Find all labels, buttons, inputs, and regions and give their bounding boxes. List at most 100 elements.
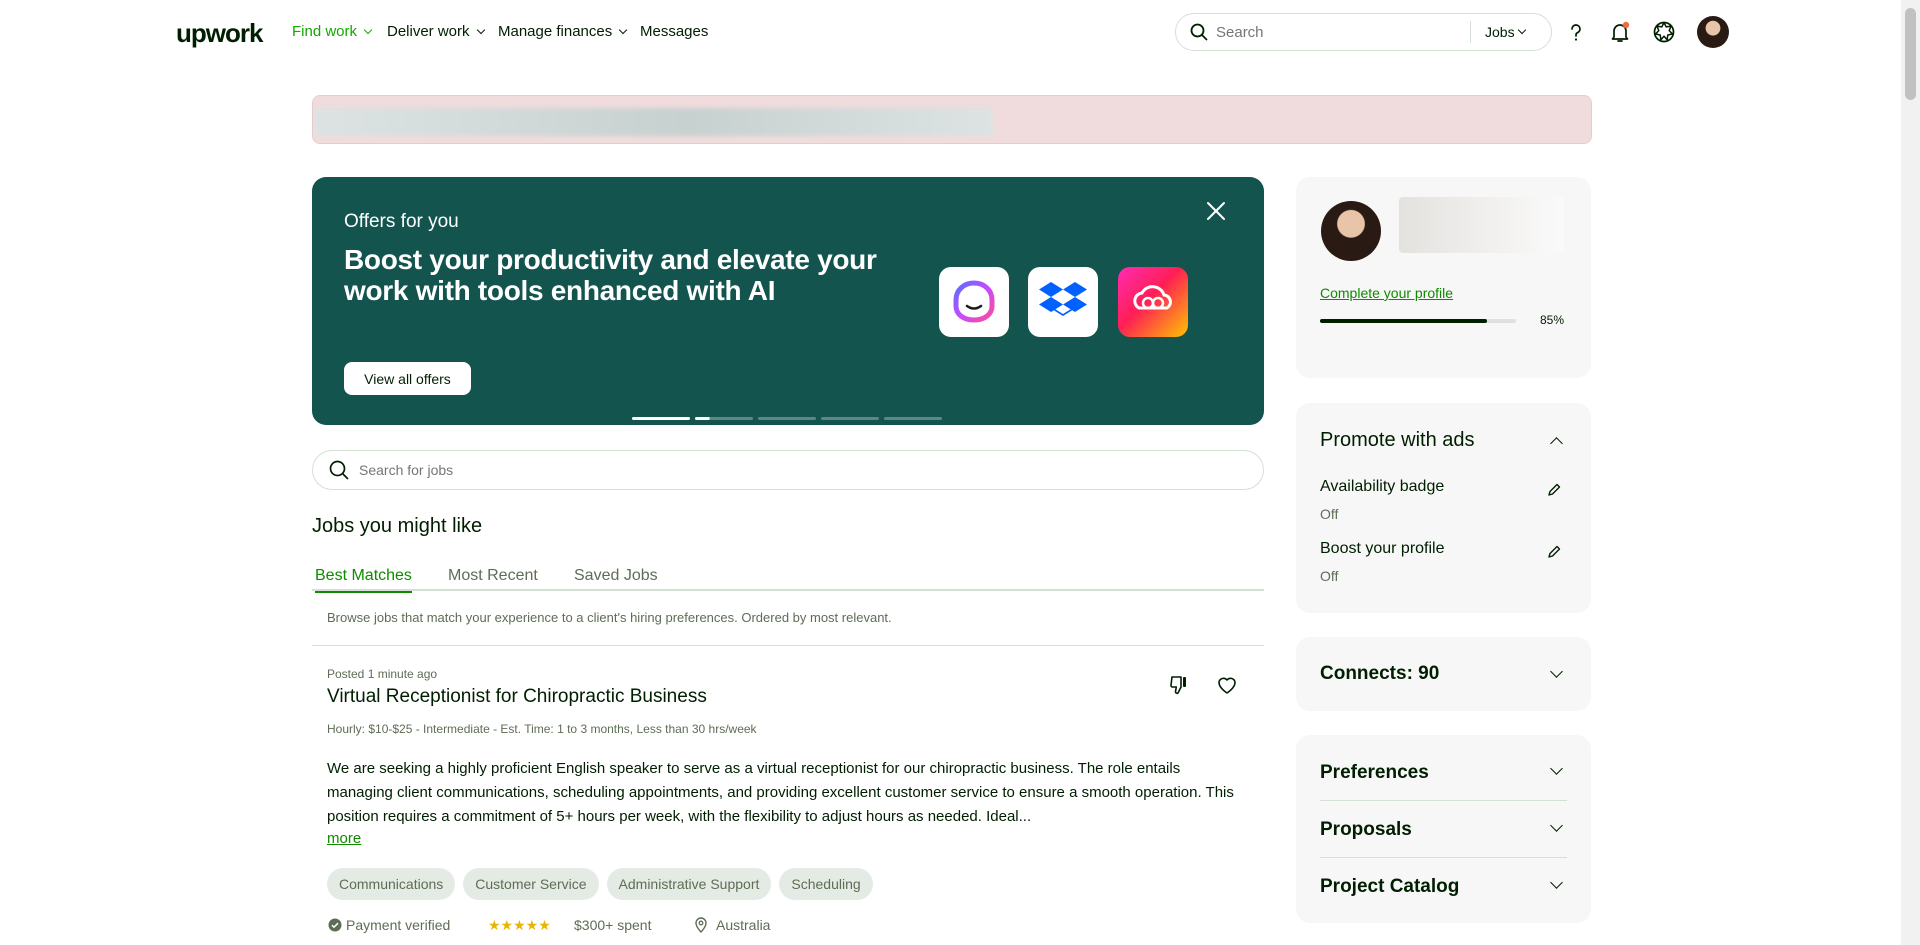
nav-manage-finances-label: Manage finances [498,23,613,40]
connects-label: Connects: 90 [1320,663,1440,684]
profile-progress-label: 85% [1540,313,1565,327]
chevron-down-icon[interactable] [1550,762,1563,775]
connects-card[interactable]: Connects: 90 [1296,637,1591,711]
edit-pencil-icon[interactable] [1540,538,1568,566]
availability-badge-status: Off [1320,506,1339,522]
carousel-dot[interactable] [695,417,753,420]
page-scrollbar[interactable] [1901,0,1920,945]
carousel-dot[interactable] [821,417,879,420]
skill-tag[interactable]: Scheduling [779,868,873,900]
search-scope-label: Jobs [1485,24,1515,40]
profile-avatar[interactable] [1321,201,1381,261]
proposals-section[interactable]: Proposals [1320,801,1567,858]
job-posted-time: Posted 1 minute ago [327,667,438,681]
client-spent: $300+ spent [574,917,652,933]
chevron-down-icon[interactable] [1550,876,1563,889]
complete-profile-link[interactable]: Complete your profile [1320,285,1453,301]
proposals-label: Proposals [1320,819,1412,840]
client-location-label: Australia [716,917,771,933]
profile-progress-fill [1320,319,1487,323]
availability-badge-label: Availability badge [1320,478,1445,495]
promote-title: Promote with ads [1320,429,1475,451]
profile-progress-bar [1320,319,1516,323]
blurred-banner-content [313,108,993,136]
view-all-offers-button[interactable]: View all offers [344,362,471,395]
alert-banner [312,95,1592,144]
payment-verified-label: Payment verified [346,917,451,933]
creative-cloud-icon [1118,267,1188,337]
preferences-label: Preferences [1320,762,1429,783]
client-rating-stars: ★★★★★ [488,917,551,933]
close-icon[interactable] [1202,197,1230,225]
boost-profile-label: Boost your profile [1320,540,1445,557]
chevron-down-icon [476,25,485,34]
verified-badge-icon [328,918,342,932]
job-search-input[interactable] [359,462,1159,478]
promo-eyebrow: Offers for you [344,211,459,232]
edit-pencil-icon[interactable] [1540,476,1568,504]
profile-card: Complete your profile 85% [1296,177,1591,378]
carousel-indicators [632,417,942,420]
feed-tabs: Best Matches Most Recent Saved Jobs [312,567,1264,593]
scrollbar-thumb[interactable] [1905,8,1916,100]
tab-best-matches[interactable]: Best Matches [315,567,412,593]
header-search: Jobs [1175,13,1552,51]
job-meta: Hourly: $10-$25 - Intermediate - Est. Ti… [327,722,757,736]
divider [312,645,1264,646]
feed-title: Jobs you might like [312,515,483,537]
search-icon [329,460,349,480]
nav-find-work-label: Find work [292,23,358,40]
chevron-down-icon[interactable] [1550,665,1563,678]
tab-saved-jobs[interactable]: Saved Jobs [574,567,658,591]
blurred-profile-name [1399,197,1564,253]
workspace-switcher-icon[interactable] [1648,16,1680,48]
dropbox-icon [1028,267,1098,337]
project-catalog-label: Project Catalog [1320,876,1460,897]
promote-card: Promote with ads Availability badge Off … [1296,403,1591,613]
notifications-bell-icon[interactable] [1604,16,1636,48]
skill-tag[interactable]: Administrative Support [606,868,772,900]
nav-deliver-work[interactable]: Deliver work [387,23,485,40]
chevron-down-icon [1517,25,1526,35]
nav-messages[interactable]: Messages [640,23,708,40]
search-icon [1190,23,1208,41]
nav-manage-finances[interactable]: Manage finances [498,23,628,40]
carousel-dot[interactable] [884,417,942,420]
skill-tag[interactable]: Communications [327,868,456,900]
thumbs-down-icon[interactable] [1163,669,1195,701]
jasper-icon [939,267,1009,337]
carousel-dot[interactable] [758,417,816,420]
tab-most-recent[interactable]: Most Recent [448,567,538,591]
client-location: Australia [694,917,770,933]
upwork-logo[interactable]: upwork [176,18,263,49]
job-title-link[interactable]: Virtual Receptionist for Chiropractic Bu… [327,686,707,708]
user-avatar[interactable] [1697,16,1729,48]
sections-card: Preferences Proposals Project Catalog [1296,735,1591,923]
chevron-up-icon[interactable] [1550,437,1563,450]
chevron-down-icon[interactable] [1550,819,1563,832]
job-more-link[interactable]: more [327,830,361,847]
header-search-input[interactable] [1216,23,1466,41]
search-scope-dropdown[interactable]: Jobs [1485,24,1526,40]
location-pin-icon [694,917,708,933]
preferences-section[interactable]: Preferences [1320,735,1567,801]
help-icon[interactable] [1560,16,1592,48]
job-search-bar [312,450,1264,490]
carousel-dot[interactable] [632,417,690,420]
offers-carousel: Offers for you Boost your productivity a… [312,177,1264,425]
payment-verified: Payment verified [328,917,450,933]
nav-deliver-work-label: Deliver work [387,23,470,40]
project-catalog-section[interactable]: Project Catalog [1320,858,1567,915]
job-description: We are seeking a highly proficient Engli… [327,760,1234,825]
chevron-down-icon [619,25,628,34]
feed-description: Browse jobs that match your experience t… [327,610,892,625]
skill-tag[interactable]: Customer Service [463,868,599,900]
heart-icon[interactable] [1211,669,1243,701]
nav-messages-label: Messages [640,23,709,40]
promo-headline: Boost your productivity and elevate your… [344,244,877,306]
search-divider [1470,21,1471,43]
job-skill-tags: Communications Customer Service Administ… [327,868,873,900]
boost-profile-status: Off [1320,568,1339,584]
nav-find-work[interactable]: Find work [292,23,373,40]
chevron-down-icon [363,25,373,34]
